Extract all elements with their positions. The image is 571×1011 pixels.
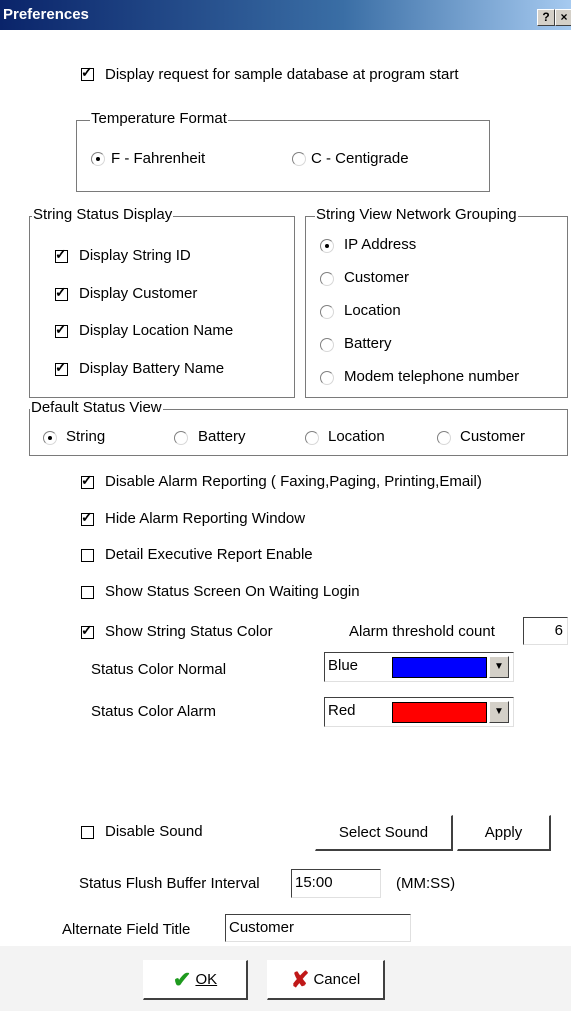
fahrenheit-radio[interactable] [91, 152, 105, 166]
check-mark-icon: ✓ [81, 509, 93, 525]
disable-sound-label: Disable Sound [105, 823, 203, 840]
select-sound-button[interactable]: Select Sound [315, 815, 453, 851]
ok-label: OK [195, 971, 218, 989]
check-mark-icon: ✓ [55, 321, 67, 337]
view-battery-label: Battery [198, 428, 246, 445]
display-battery-name-label: Display Battery Name [79, 360, 225, 377]
alt-field-title-input[interactable]: Customer [225, 914, 411, 942]
alarm-threshold-label: Alarm threshold count [349, 623, 495, 640]
grouping-location-radio[interactable] [320, 305, 334, 319]
help-button[interactable]: ? [537, 9, 555, 26]
status-color-alarm-swatch [392, 702, 487, 723]
grouping-location-label: Location [344, 302, 401, 319]
status-color-normal-value: Blue [328, 657, 359, 674]
sample-db-label: Display request for sample database at p… [105, 66, 459, 83]
sample-db-checkbox[interactable]: ✓ [81, 64, 94, 81]
string-status-legend: String Status Display [32, 206, 174, 223]
detail-exec-report-label: Detail Executive Report Enable [105, 546, 313, 563]
display-string-id-label: Display String ID [79, 247, 191, 264]
grouping-battery-radio[interactable] [320, 338, 334, 352]
alt-field-title-label: Alternate Field Title [62, 921, 191, 938]
grouping-modem-radio[interactable] [320, 371, 334, 385]
view-location-label: Location [328, 428, 385, 445]
display-customer-checkbox[interactable]: ✓ [55, 284, 68, 301]
status-color-alarm-label: Status Color Alarm [91, 703, 217, 720]
close-button[interactable]: × [555, 9, 571, 26]
apply-button[interactable]: Apply [457, 815, 551, 851]
chevron-down-icon[interactable]: ▼ [489, 701, 509, 723]
fahrenheit-label: F - Fahrenheit [111, 150, 206, 167]
hide-alarm-window-label: Hide Alarm Reporting Window [105, 510, 306, 527]
chevron-down-icon[interactable]: ▼ [489, 656, 509, 678]
show-status-login-checkbox[interactable] [81, 586, 94, 599]
show-status-login-label: Show Status Screen On Waiting Login [105, 583, 360, 600]
display-location-name-checkbox[interactable]: ✓ [55, 321, 68, 338]
window-title: Preferences [3, 6, 89, 23]
network-grouping-legend: String View Network Grouping [315, 206, 518, 223]
grouping-customer-label: Customer [344, 269, 410, 286]
display-customer-label: Display Customer [79, 285, 198, 302]
display-battery-name-checkbox[interactable]: ✓ [55, 359, 68, 376]
disable-sound-checkbox[interactable] [81, 826, 94, 839]
view-battery-radio[interactable] [174, 431, 188, 445]
cancel-label: Cancel [313, 971, 361, 989]
disable-alarm-checkbox[interactable]: ✓ [81, 472, 94, 489]
hide-alarm-window-checkbox[interactable]: ✓ [81, 509, 94, 526]
disable-alarm-label: Disable Alarm Reporting ( Faxing,Paging,… [105, 473, 482, 490]
view-string-radio[interactable] [43, 431, 57, 445]
default-status-view-legend: Default Status View [30, 399, 163, 416]
status-color-normal-swatch [392, 657, 487, 678]
flush-interval-unit: (MM:SS) [396, 875, 456, 892]
grouping-modem-label: Modem telephone number [344, 368, 520, 385]
checkmark-icon: ✔ [172, 967, 192, 993]
check-mark-icon: ✓ [81, 472, 93, 488]
alarm-threshold-input[interactable]: 6 [523, 617, 568, 645]
check-mark-icon: ✓ [55, 246, 67, 262]
flush-interval-label: Status Flush Buffer Interval [79, 875, 260, 892]
display-string-id-checkbox[interactable]: ✓ [55, 246, 68, 263]
view-customer-radio[interactable] [437, 431, 451, 445]
check-mark-icon: ✓ [55, 359, 67, 375]
grouping-customer-radio[interactable] [320, 272, 334, 286]
check-mark-icon: ✓ [81, 64, 93, 80]
view-location-radio[interactable] [305, 431, 319, 445]
check-mark-icon: ✓ [55, 284, 67, 300]
cancel-button[interactable]: ✘ Cancel [267, 960, 385, 1000]
ok-button[interactable]: ✔ OK [143, 960, 248, 1000]
detail-exec-report-checkbox[interactable] [81, 549, 94, 562]
centigrade-label: C - Centigrade [311, 150, 409, 167]
check-mark-icon: ✓ [81, 622, 93, 638]
status-color-alarm-value: Red [328, 702, 356, 719]
temperature-format-legend: Temperature Format [90, 110, 228, 127]
x-mark-icon: ✘ [290, 967, 310, 993]
grouping-battery-label: Battery [344, 335, 392, 352]
centigrade-radio[interactable] [292, 152, 306, 166]
view-customer-label: Customer [460, 428, 526, 445]
view-string-label: String [66, 428, 106, 445]
ip-address-label: IP Address [344, 236, 417, 253]
status-color-normal-label: Status Color Normal [91, 661, 227, 678]
display-location-name-label: Display Location Name [79, 322, 234, 339]
show-string-color-checkbox[interactable]: ✓ [81, 622, 94, 639]
show-string-color-label: Show String Status Color [105, 623, 273, 640]
ip-address-radio[interactable] [320, 239, 334, 253]
flush-interval-input[interactable]: 15:00 [291, 869, 381, 898]
